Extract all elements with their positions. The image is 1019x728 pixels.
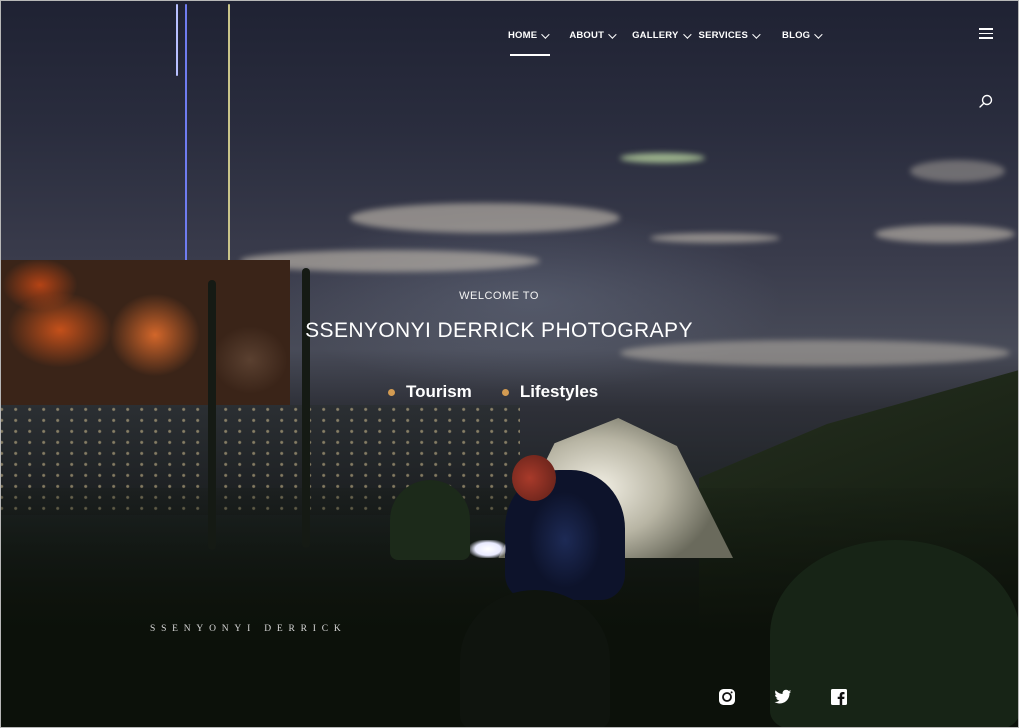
chevron-down-icon bbox=[752, 29, 761, 39]
social-links bbox=[718, 688, 886, 706]
tent bbox=[498, 418, 733, 558]
tag-label: Lifestyles bbox=[519, 382, 599, 401]
search-icon[interactable] bbox=[979, 94, 993, 108]
nav-item-label: BLOG bbox=[782, 30, 811, 41]
chevron-down-icon bbox=[814, 29, 823, 39]
plant-stem bbox=[302, 268, 310, 548]
lights bbox=[620, 153, 705, 163]
tag-label: Tourism bbox=[406, 382, 472, 401]
nav-item-services[interactable]: SERVICES bbox=[698, 29, 761, 41]
facebook-icon[interactable] bbox=[830, 688, 848, 706]
nav-item-gallery[interactable]: GALLERY bbox=[632, 29, 692, 41]
category-tags: Tourism Lifestyles bbox=[388, 382, 628, 402]
nav-item-blog[interactable]: BLOG bbox=[782, 29, 823, 41]
cloud-layer bbox=[620, 340, 1010, 366]
light-streak bbox=[176, 4, 178, 76]
main-nav: HOME ABOUT GALLERY SERVICES BLOG bbox=[508, 29, 823, 56]
background-photo bbox=[0, 0, 1019, 728]
person bbox=[505, 470, 625, 600]
page-border bbox=[0, 0, 1019, 728]
hero-page: HOME ABOUT GALLERY SERVICES BLOG WELCOME… bbox=[0, 0, 1019, 728]
hill bbox=[699, 370, 1019, 728]
nav-item-label: SERVICES bbox=[698, 30, 749, 41]
chevron-down-icon bbox=[608, 29, 617, 39]
chevron-down-icon bbox=[682, 29, 692, 39]
welcome-text: WELCOME TO bbox=[459, 290, 539, 302]
city-lights bbox=[0, 405, 520, 515]
tag-tourism[interactable]: Tourism bbox=[388, 382, 472, 402]
nav-item-home[interactable]: HOME bbox=[508, 29, 551, 56]
phone-light bbox=[470, 540, 506, 558]
bullet-dot bbox=[501, 388, 509, 396]
cloud bbox=[875, 225, 1015, 243]
plant bbox=[390, 480, 470, 560]
nav-item-label: GALLERY bbox=[632, 30, 679, 41]
site-title: SSENYONYI DERRICK PHOTOGRAPY bbox=[305, 319, 693, 342]
person-head bbox=[512, 455, 556, 501]
tag-lifestyles[interactable]: Lifestyles bbox=[501, 382, 599, 402]
cloud bbox=[350, 203, 620, 233]
twitter-icon[interactable] bbox=[774, 688, 792, 706]
bullet-dot bbox=[388, 388, 395, 396]
nav-item-about[interactable]: ABOUT bbox=[569, 29, 617, 41]
light-streak bbox=[185, 4, 187, 314]
nav-item-label: ABOUT bbox=[569, 30, 605, 41]
brand-signature: SSENYONYI DERRICK bbox=[150, 624, 347, 634]
cloud bbox=[240, 250, 540, 272]
cloud bbox=[650, 233, 780, 243]
hamburger-menu-icon[interactable] bbox=[979, 28, 993, 40]
cloud bbox=[910, 160, 1005, 182]
chevron-down-icon bbox=[541, 29, 550, 39]
instagram-icon[interactable] bbox=[718, 688, 736, 706]
chair bbox=[460, 590, 610, 728]
nav-item-label: HOME bbox=[508, 30, 538, 41]
